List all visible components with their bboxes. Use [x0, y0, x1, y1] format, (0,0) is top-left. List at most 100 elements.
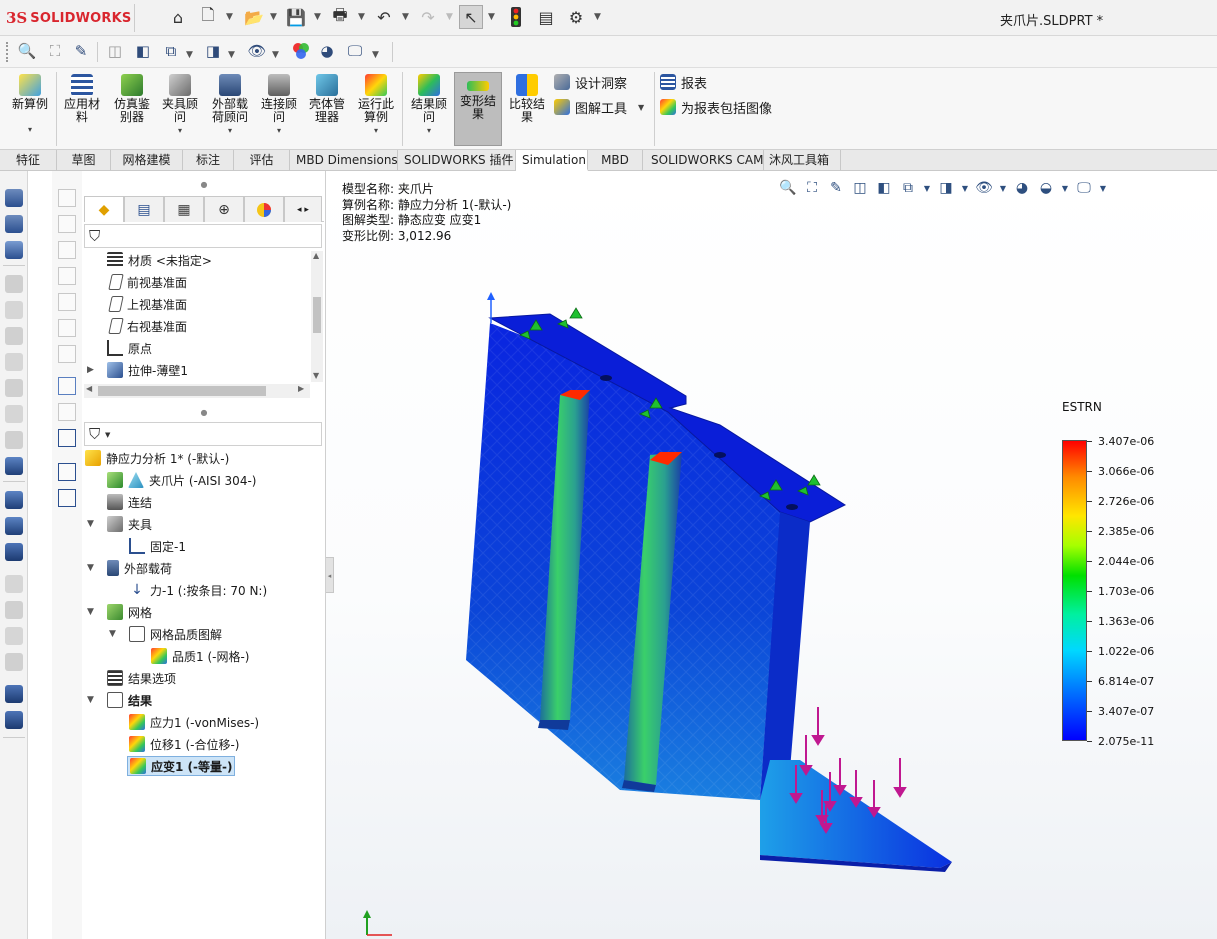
- feature-tree-horizontal-scrollbar[interactable]: ◀ ▶: [84, 384, 310, 398]
- new-study-button[interactable]: 新算例 ▾: [6, 72, 54, 146]
- section-view-icon[interactable]: ◫: [850, 180, 870, 196]
- collapse-arrow-icon[interactable]: ▼: [87, 519, 94, 529]
- chevron-down-icon[interactable]: ▾: [255, 126, 303, 135]
- hide-show-items-icon[interactable]: 👁: [974, 180, 994, 196]
- scrollbar-thumb[interactable]: [313, 297, 321, 333]
- connector-icon[interactable]: [5, 301, 23, 319]
- display-manager-tab-icon[interactable]: [244, 196, 284, 222]
- view-orientation-icon[interactable]: ⧉: [898, 180, 918, 196]
- undo-icon[interactable]: ↶: [372, 5, 396, 29]
- dynamic-annotation-icon[interactable]: ◧: [132, 40, 154, 62]
- previous-view-icon[interactable]: ✎: [826, 180, 846, 196]
- tree-item-front-plane[interactable]: 前视基准面: [107, 272, 187, 292]
- chevron-down-icon[interactable]: ▼: [638, 103, 644, 112]
- tree-item-external-loads[interactable]: ▼ 外部载荷: [87, 558, 172, 578]
- plot-tools-button[interactable]: 图解工具 ▼: [554, 96, 644, 118]
- chevron-down-icon[interactable]: ▼: [228, 50, 235, 60]
- run-study-button[interactable]: 运行此算例 ▾: [352, 72, 400, 146]
- chevron-down-icon[interactable]: ▼: [998, 184, 1008, 193]
- chevron-down-icon[interactable]: ▼: [270, 12, 277, 22]
- study-tree-filter-bar[interactable]: ⛉ ▼: [84, 422, 322, 446]
- list-result-icon[interactable]: [5, 601, 23, 619]
- color-legend-bar[interactable]: [1062, 440, 1087, 741]
- dynamic-annotation-icon[interactable]: ◧: [874, 180, 894, 196]
- display-style-icon[interactable]: ◨: [202, 40, 224, 62]
- chevron-down-icon[interactable]: ▾: [206, 126, 254, 135]
- section-clip-icon[interactable]: [5, 627, 23, 645]
- chevron-down-icon[interactable]: ▾: [156, 126, 204, 135]
- fixtures-advisor-button[interactable]: 夹具顾问 ▾: [156, 72, 204, 146]
- panel-collapse-handle[interactable]: ◂: [326, 557, 334, 593]
- redo-icon[interactable]: ↷: [416, 5, 440, 29]
- collapse-arrow-icon[interactable]: ▼: [109, 629, 116, 639]
- tree-filter-bar[interactable]: ⛉: [84, 224, 322, 248]
- scrollbar-thumb[interactable]: [98, 386, 266, 396]
- chevron-down-icon[interactable]: ▼: [272, 50, 279, 60]
- chevron-down-icon[interactable]: ▼: [446, 12, 453, 22]
- select-cursor-icon[interactable]: ↖: [459, 5, 483, 29]
- hole-icon[interactable]: [58, 345, 76, 363]
- revolve-icon[interactable]: [58, 241, 76, 259]
- zoom-to-fit-icon[interactable]: 🔍: [16, 40, 38, 62]
- mesh-icon[interactable]: [5, 491, 23, 509]
- scroll-left-icon[interactable]: ◀: [86, 384, 92, 393]
- load-icon[interactable]: [5, 215, 23, 233]
- chevron-down-icon[interactable]: ▼: [1098, 184, 1108, 193]
- include-image-for-report-button[interactable]: 为报表包括图像: [660, 96, 772, 118]
- tree-item-part[interactable]: 夹爪片 (-AISI 304-): [107, 470, 256, 490]
- new-document-icon[interactable]: 🗋: [196, 5, 220, 29]
- apply-scene-icon[interactable]: ◒: [1036, 180, 1056, 196]
- external-loads-advisor-button[interactable]: 外部载荷顾问 ▾: [206, 72, 254, 146]
- bolt-icon[interactable]: [5, 379, 23, 397]
- tree-item-origin[interactable]: 原点: [107, 338, 152, 358]
- panel-splitter-handle[interactable]: ●: [82, 407, 326, 419]
- tab-features[interactable]: 特征: [0, 150, 57, 171]
- mesh-detail-icon[interactable]: [5, 517, 23, 535]
- tab-sketch[interactable]: 草图: [57, 150, 111, 171]
- tree-item-results[interactable]: ▼ 结果: [87, 690, 152, 710]
- collapse-arrow-icon[interactable]: ▼: [87, 563, 94, 573]
- simulation-evaluator-button[interactable]: 仿真鉴别器: [108, 72, 156, 146]
- chevron-down-icon[interactable]: ▼: [372, 50, 379, 60]
- force-arrow-icon[interactable]: [5, 241, 23, 259]
- open-folder-icon[interactable]: 📂: [242, 5, 266, 29]
- chevron-down-icon[interactable]: ▾: [405, 126, 453, 135]
- deformed-result-button[interactable]: 变形结果: [454, 72, 502, 146]
- extrude-icon[interactable]: [58, 215, 76, 233]
- collapse-arrow-icon[interactable]: ▼: [87, 607, 94, 617]
- tab-mufeng-toolbox[interactable]: 沐风工具箱: [764, 150, 841, 171]
- tree-item-top-plane[interactable]: 上视基准面: [107, 294, 187, 314]
- tree-item-material[interactable]: 材质 <未指定>: [107, 250, 212, 270]
- chevron-down-icon[interactable]: ▾: [352, 126, 400, 135]
- hide-show-items-icon[interactable]: 👁: [246, 40, 268, 62]
- chevron-down-icon[interactable]: ▼: [226, 12, 233, 22]
- bearing-icon[interactable]: [5, 431, 23, 449]
- chevron-down-icon[interactable]: ▼: [314, 12, 321, 22]
- collapse-arrow-icon[interactable]: ▼: [87, 695, 94, 705]
- tab-scroll-arrows[interactable]: ◂ ▸: [284, 196, 322, 222]
- tree-item-thin-extrude[interactable]: ▶ 拉伸-薄壁1: [87, 360, 188, 380]
- scroll-down-icon[interactable]: ▼: [313, 371, 319, 380]
- view-settings-icon[interactable]: 🖵: [1074, 180, 1094, 196]
- tree-item-mesh[interactable]: ▼ 网格: [87, 602, 152, 622]
- view-orientation-icon[interactable]: ⧉: [160, 40, 182, 62]
- zoom-area-icon[interactable]: ⛶: [802, 180, 822, 196]
- tab-markup[interactable]: 标注: [183, 150, 234, 171]
- compare-results-button[interactable]: 比较结果: [503, 72, 551, 146]
- design-insight-button[interactable]: 设计洞察: [554, 71, 627, 93]
- tree-item-right-plane[interactable]: 右视基准面: [107, 316, 187, 336]
- property-manager-tab-icon[interactable]: ▤: [124, 196, 164, 222]
- chevron-down-icon[interactable]: ▼: [594, 12, 601, 22]
- sketch-plane-icon[interactable]: [58, 189, 76, 207]
- animate-icon[interactable]: [5, 711, 23, 729]
- tree-item-displacement-1[interactable]: 位移1 (-合位移-): [129, 734, 239, 754]
- chevron-down-icon[interactable]: ▼: [922, 184, 932, 193]
- connections-advisor-button[interactable]: 连接顾问 ▾: [255, 72, 303, 146]
- gear-icon[interactable]: ⚙: [564, 5, 588, 29]
- tab-solidworks-addins[interactable]: SOLIDWORKS 插件: [398, 150, 516, 171]
- boundary-icon[interactable]: [58, 319, 76, 337]
- chevron-down-icon[interactable]: ▼: [488, 12, 495, 22]
- tab-solidworks-cam[interactable]: SOLIDWORKS CAM: [643, 150, 764, 171]
- save-icon[interactable]: 💾: [284, 5, 308, 29]
- scroll-up-icon[interactable]: ▲: [313, 251, 319, 260]
